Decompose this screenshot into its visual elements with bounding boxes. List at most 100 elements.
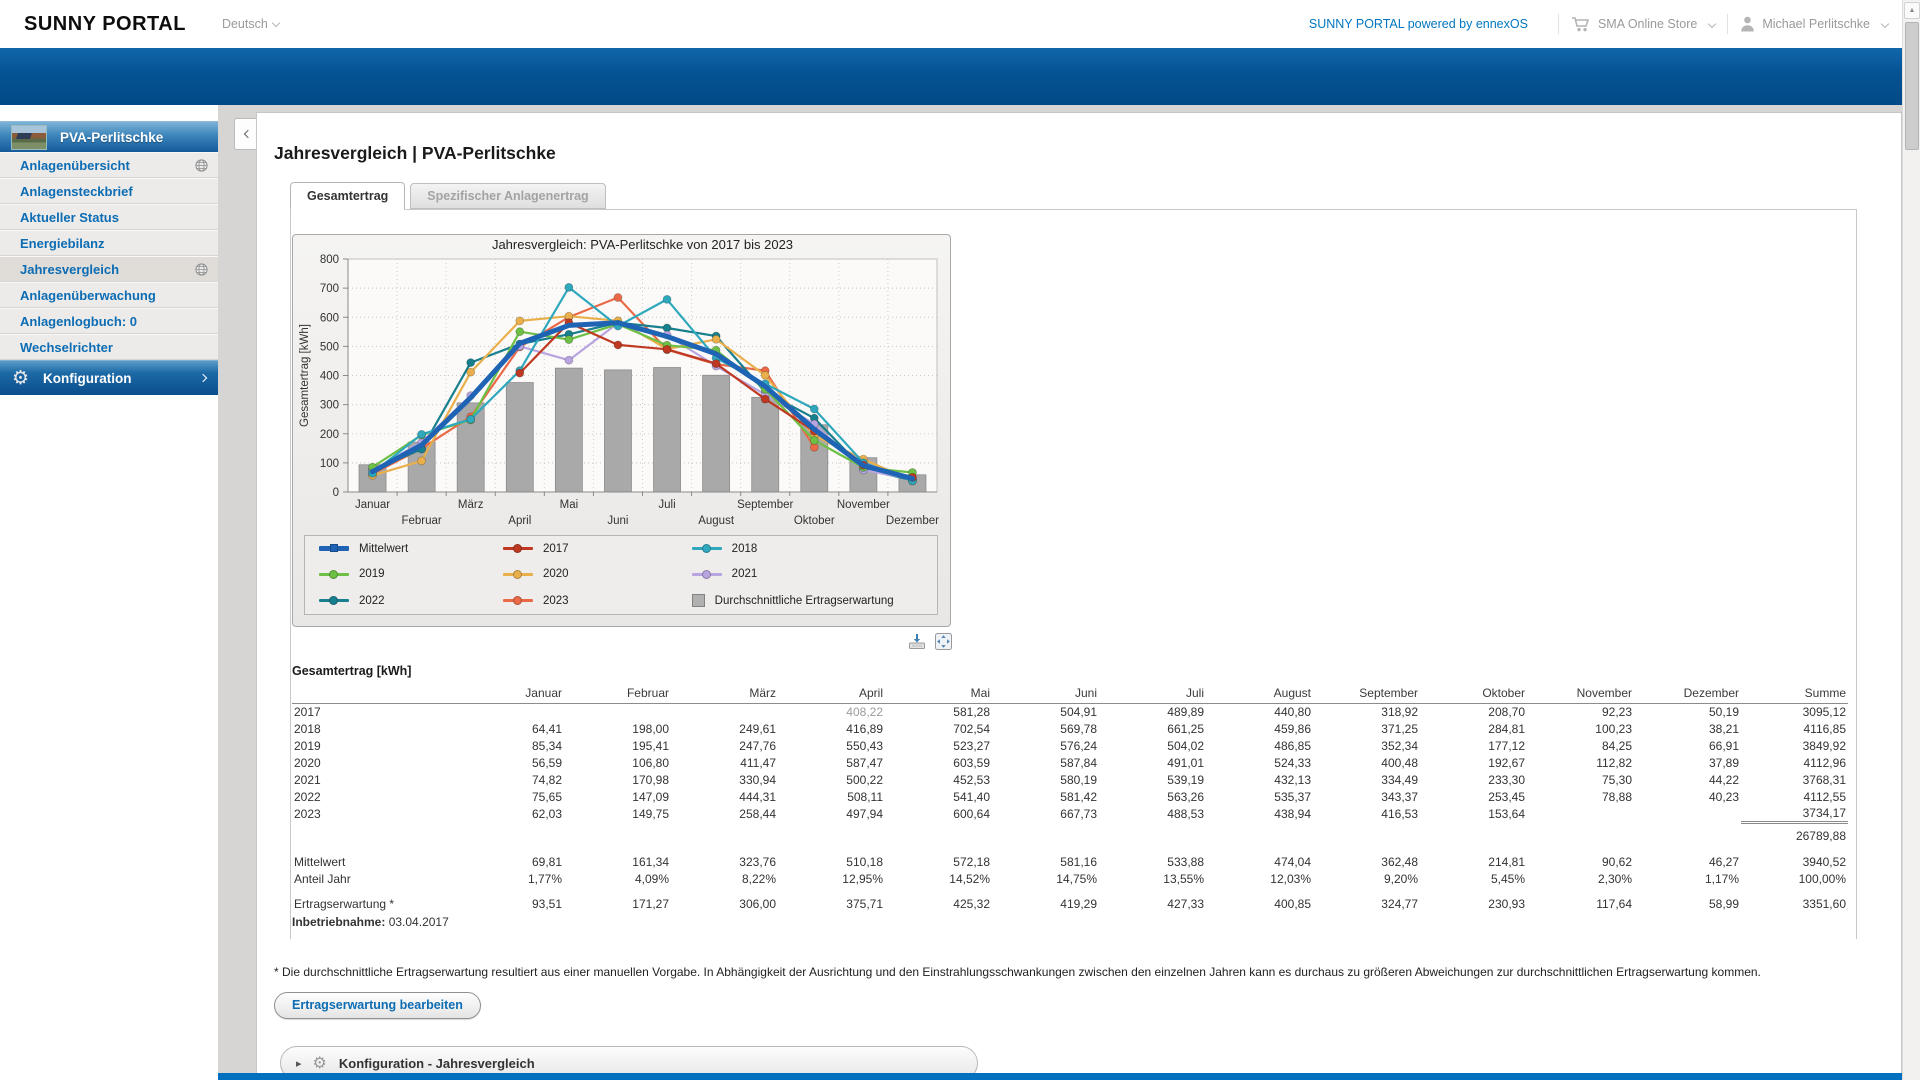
table-cell: 581,16 [992, 853, 1099, 870]
table-cell: 2019 [292, 737, 457, 754]
plant-thumbnail [11, 125, 47, 150]
table-grand-total-row: 26789,88 [292, 822, 1848, 843]
column-header: März [671, 682, 778, 703]
table-cell: 474,04 [1206, 853, 1313, 870]
table-cell: 64,41 [457, 720, 564, 737]
sidebar-item-energiebilanz[interactable]: Energiebilanz [0, 230, 218, 256]
edit-expected-yield-button[interactable]: Ertragserwartung bearbeiten [274, 992, 481, 1019]
sidebar-item-konfiguration[interactable]: ⚙ Konfiguration [0, 360, 218, 395]
column-header [292, 682, 457, 703]
table-cell: 425,32 [885, 895, 992, 912]
sidebar-item-aktueller-status[interactable]: Aktueller Status [0, 204, 218, 230]
sma-online-store-link[interactable]: SMA Online Store [1571, 16, 1715, 32]
legend-item-2020: 2020 [503, 568, 692, 580]
scrollbar-thumb[interactable] [1905, 22, 1919, 150]
table-cell: 486,85 [1206, 737, 1313, 754]
scroll-up-arrow[interactable]: ▲ [1904, 2, 1920, 19]
svg-text:200: 200 [320, 429, 339, 441]
user-menu[interactable]: Michael Perlitschke [1740, 16, 1888, 32]
bar-juni [604, 370, 631, 492]
svg-text:Februar: Februar [401, 515, 441, 527]
table-cell [778, 822, 885, 843]
table-cell [671, 703, 778, 720]
svg-text:Januar: Januar [355, 499, 390, 511]
sidebar-menu: AnlagenübersichtAnlagensteckbriefAktuell… [0, 152, 218, 360]
chevron-left-icon [243, 130, 251, 138]
table-cell: Mittelwert [292, 853, 457, 870]
cart-icon [1571, 16, 1591, 32]
table-cell: 416,53 [1313, 805, 1420, 822]
svg-text:300: 300 [320, 400, 339, 412]
fullscreen-chart-icon[interactable] [935, 633, 952, 650]
legend-item-2019: 2019 [319, 568, 503, 580]
header-banner [0, 48, 1902, 105]
table-cell: 362,48 [1313, 853, 1420, 870]
legend-item-2021: 2021 [692, 568, 937, 580]
svg-text:0: 0 [333, 487, 339, 499]
table-cell: 171,27 [564, 895, 671, 912]
table-cell: 92,23 [1527, 703, 1634, 720]
collapse-panel-left-button[interactable] [234, 118, 258, 150]
sidebar-item-anlagenüberwachung[interactable]: Anlagenüberwachung [0, 282, 218, 308]
sidebar-item-anlagenübersicht[interactable]: Anlagenübersicht [0, 152, 218, 178]
table-cell: 149,75 [564, 805, 671, 822]
export-chart-icon[interactable] [907, 633, 927, 650]
table-cell: 249,61 [671, 720, 778, 737]
column-header: Mai [885, 682, 992, 703]
table-cell: 4,09% [564, 870, 671, 887]
sidebar-item-wechselrichter[interactable]: Wechselrichter [0, 334, 218, 360]
sidebar-item-label: Wechselrichter [20, 340, 113, 355]
table-cell: 4112,96 [1741, 754, 1848, 771]
sidebar-item-anlagenlogbuch-0[interactable]: Anlagenlogbuch: 0 [0, 308, 218, 334]
legend-item-2017: 2017 [503, 543, 692, 555]
table-title: Gesamtertrag [kWh] [292, 664, 1856, 678]
legend-item-durchschnittliche-ertragserwartung: Durchschnittliche Ertragserwartung [692, 594, 937, 607]
table-cell: 4112,55 [1741, 788, 1848, 805]
table-cell: 3734,17 [1741, 805, 1848, 822]
table-cell: 569,78 [992, 720, 1099, 737]
legend-item-mittelwert: Mittelwert [319, 543, 503, 555]
column-header: November [1527, 682, 1634, 703]
table-cell: 459,86 [1206, 720, 1313, 737]
table-cell: 323,76 [671, 853, 778, 870]
table-cell: 334,49 [1313, 771, 1420, 788]
svg-text:August: August [698, 515, 735, 527]
table-cell: 161,34 [564, 853, 671, 870]
table-cell: 66,91 [1634, 737, 1741, 754]
language-selector[interactable]: Deutsch [222, 17, 279, 31]
scrollbar[interactable]: ▲ [1902, 0, 1920, 1080]
tab-content: 0100200300400500600700800JanuarFebruarMä… [290, 209, 1857, 939]
divider [1558, 14, 1559, 34]
table-cell: 535,37 [1206, 788, 1313, 805]
sidebar-plant-header[interactable]: PVA-Perlitschke [0, 121, 218, 152]
tab-spezifischer-anlagenertrag[interactable]: Spezifischer Anlagenertrag [410, 183, 605, 209]
powered-by-link[interactable]: SUNNY PORTAL powered by ennexOS [1309, 17, 1528, 31]
annual-comparison-chart: 0100200300400500600700800JanuarFebruarMä… [292, 234, 951, 627]
table-cell: 44,22 [1634, 771, 1741, 788]
sidebar-item-anlagensteckbrief[interactable]: Anlagensteckbrief [0, 178, 218, 204]
yield-table: JanuarFebruarMärzAprilMaiJuniJuliAugustS… [292, 682, 1848, 912]
svg-text:April: April [508, 515, 531, 527]
svg-text:800: 800 [320, 254, 339, 266]
table-cell: 581,28 [885, 703, 992, 720]
sidebar-item-jahresvergleich[interactable]: Jahresvergleich [0, 256, 218, 282]
svg-text:600: 600 [320, 312, 339, 324]
table-cell: 497,94 [778, 805, 885, 822]
table-cell: 2022 [292, 788, 457, 805]
table-cell: 452,53 [885, 771, 992, 788]
chart-legend: Mittelwert2017201820192020202120222023Du… [304, 535, 938, 615]
table-cell: 408,22 [778, 703, 885, 720]
table-row-ertragserwartung: Ertragserwartung *93,51171,27306,00375,7… [292, 895, 1848, 912]
table-cell: 26789,88 [1741, 822, 1848, 843]
table-row-2022: 202275,65147,09444,31508,11541,40581,425… [292, 788, 1848, 805]
table-cell: 214,81 [1420, 853, 1527, 870]
table-cell: 233,30 [1420, 771, 1527, 788]
table-cell: 106,80 [564, 754, 671, 771]
table-cell: 371,25 [1313, 720, 1420, 737]
table-row-2023: 202362,03149,75258,44497,94600,64667,734… [292, 805, 1848, 822]
sidebar-item-label: Energiebilanz [20, 236, 105, 251]
tab-gesamtertrag[interactable]: Gesamtertrag [290, 182, 405, 210]
table-cell: 147,09 [564, 788, 671, 805]
column-header: August [1206, 682, 1313, 703]
legend-item-2022: 2022 [319, 595, 503, 607]
